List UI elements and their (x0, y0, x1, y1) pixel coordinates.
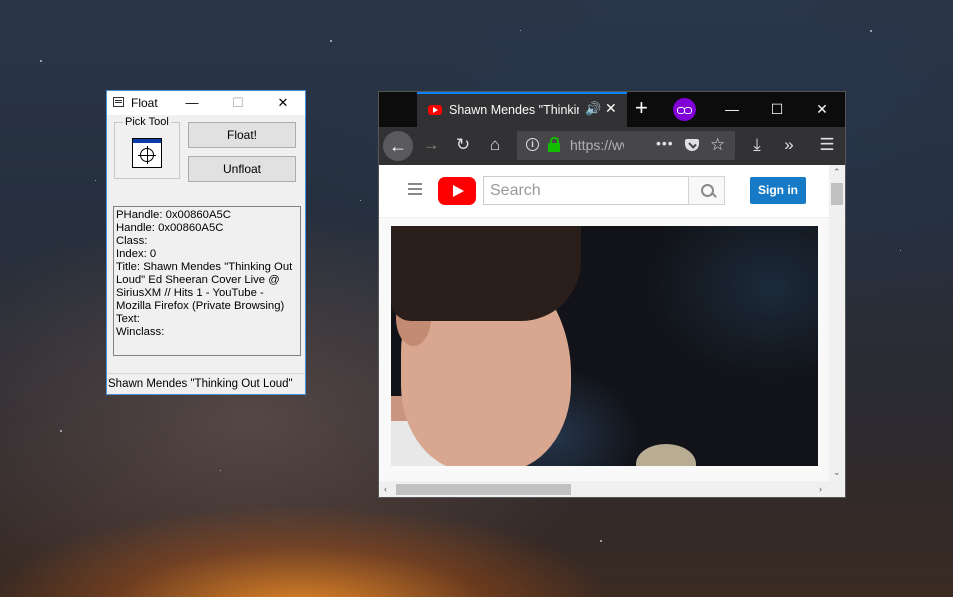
info-icon[interactable]: i (526, 138, 539, 151)
browser-maximize-button[interactable]: ☐ (754, 92, 800, 127)
info-title: Title: Shawn Mendes "Thinking Out Loud" … (116, 261, 296, 312)
tab-bar: Shawn Mendes "Thinking Out Loud" 🔊 ✕ + —… (379, 92, 845, 127)
page-actions-icon[interactable]: ••• (656, 135, 674, 151)
vertical-scroll-thumb[interactable] (831, 183, 843, 205)
video-subject-hair (391, 226, 581, 321)
scroll-corner (829, 481, 845, 497)
search-icon[interactable] (688, 176, 725, 205)
back-button[interactable]: ← (383, 131, 413, 161)
scroll-up-icon[interactable]: ⌃ (833, 167, 841, 177)
overflow-button[interactable]: » (777, 133, 801, 157)
page-content: Search Sign in ⌃ ⌄ ‹ › (379, 165, 845, 497)
unfloat-button[interactable]: Unfloat (188, 156, 296, 182)
lock-icon[interactable] (548, 137, 560, 152)
browser-window: Shawn Mendes "Thinking Out Loud" 🔊 ✕ + —… (378, 91, 846, 498)
nav-toolbar: ← → ↻ ⌂ i https://www.youtube.com ••• ☆ … (379, 127, 845, 165)
forward-button[interactable]: → (419, 133, 443, 157)
maximize-button[interactable]: ☐ (215, 91, 261, 115)
pick-tool-label: Pick Tool (123, 116, 171, 128)
speaker-icon[interactable]: 🔊 (585, 101, 601, 117)
window-info-box[interactable]: PHandle: 0x00860A5C Handle: 0x00860A5C C… (113, 206, 301, 356)
sign-in-button[interactable]: Sign in (750, 177, 806, 204)
vertical-scrollbar[interactable]: ⌃ ⌄ (829, 165, 845, 481)
float-titlebar[interactable]: Float — ☐ ✕ (107, 91, 305, 115)
star (520, 30, 521, 31)
star (40, 60, 42, 62)
info-winclass: Winclass: (116, 326, 165, 338)
home-button[interactable]: ⌂ (483, 133, 507, 157)
star (900, 250, 901, 251)
url-bar[interactable]: i https://www.youtube.com ••• ☆ (517, 131, 735, 160)
hamburger-menu-button[interactable]: ☰ (815, 133, 839, 157)
float-window: Float — ☐ ✕ Pick Tool Float! Unfloat PHa… (106, 90, 306, 395)
pick-tool-group: Pick Tool (114, 116, 180, 179)
crosshair-icon (138, 146, 156, 164)
star (220, 470, 221, 471)
bookmark-star-icon[interactable]: ☆ (710, 135, 725, 155)
browser-minimize-button[interactable]: — (709, 92, 755, 127)
scroll-right-icon[interactable]: › (819, 484, 822, 494)
microphone (636, 444, 696, 466)
float-button[interactable]: Float! (188, 122, 296, 148)
horizontal-scrollbar[interactable]: ‹ › (379, 481, 829, 497)
float-title: Float (131, 96, 158, 110)
youtube-header: Search Sign in (379, 165, 829, 218)
scroll-down-icon[interactable]: ⌄ (833, 467, 841, 477)
info-index: Index: 0 (116, 248, 157, 260)
download-button[interactable]: ⤓ (745, 133, 769, 157)
star (870, 30, 872, 32)
youtube-favicon-icon (428, 105, 442, 115)
guide-menu-icon[interactable] (408, 183, 422, 185)
search-input[interactable]: Search (483, 176, 689, 205)
star (330, 40, 332, 42)
browser-close-button[interactable]: ✕ (799, 92, 845, 127)
url-text[interactable]: https://www.youtube.com (570, 137, 624, 153)
star (360, 200, 361, 201)
scroll-left-icon[interactable]: ‹ (384, 484, 387, 494)
video-player[interactable] (391, 226, 818, 466)
new-tab-button[interactable]: + (635, 95, 648, 121)
tab-close-icon[interactable]: ✕ (605, 100, 617, 117)
star (60, 430, 62, 432)
reload-button[interactable]: ↻ (451, 133, 475, 157)
status-bar: Shawn Mendes "Thinking Out Loud" (107, 373, 305, 394)
minimize-button[interactable]: — (169, 91, 215, 115)
info-class: Class: (116, 235, 148, 247)
youtube-logo[interactable] (438, 177, 476, 205)
info-text: Text: (116, 313, 140, 325)
pocket-icon[interactable] (685, 139, 699, 151)
info-handle: Handle: 0x00860A5C (116, 222, 224, 234)
private-browsing-mask-icon (673, 98, 696, 121)
crosshair-picker-icon[interactable] (132, 138, 162, 168)
info-phandle: PHandle: 0x00860A5C (116, 209, 231, 221)
close-button[interactable]: ✕ (260, 91, 306, 115)
horizontal-scroll-thumb[interactable] (396, 484, 571, 495)
tab-youtube[interactable]: Shawn Mendes "Thinking Out Loud" 🔊 ✕ (417, 92, 627, 127)
star (95, 180, 96, 181)
picker-titlebar (133, 139, 161, 143)
star (600, 540, 602, 542)
tab-title: Shawn Mendes "Thinking Out Loud" (449, 103, 579, 117)
app-window-icon (113, 97, 124, 107)
